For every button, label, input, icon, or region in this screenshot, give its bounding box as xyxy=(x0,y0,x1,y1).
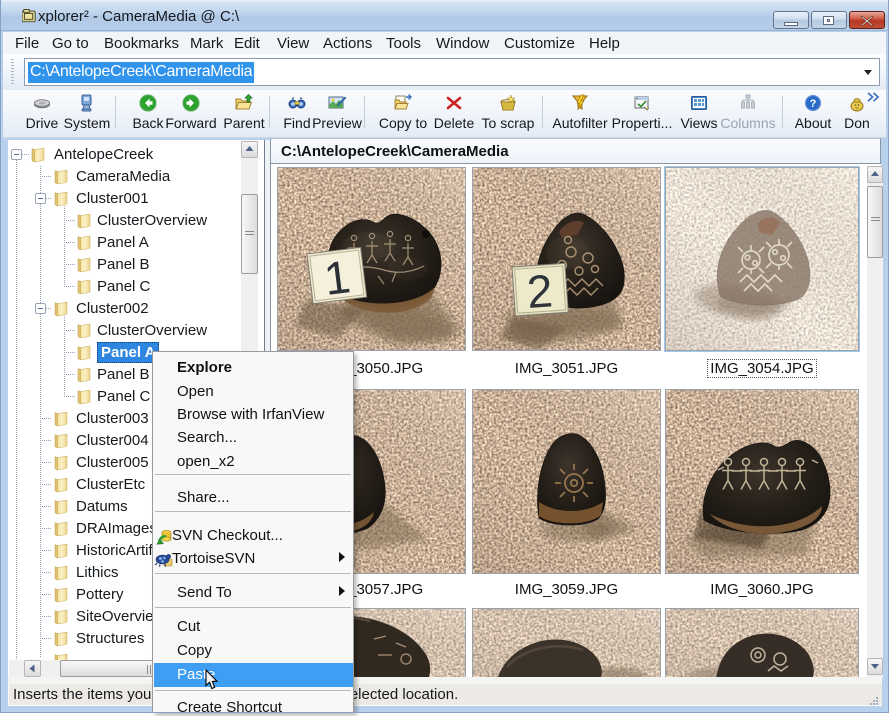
svg-text:2: 2 xyxy=(525,264,554,318)
svg-text:?: ? xyxy=(810,98,817,110)
